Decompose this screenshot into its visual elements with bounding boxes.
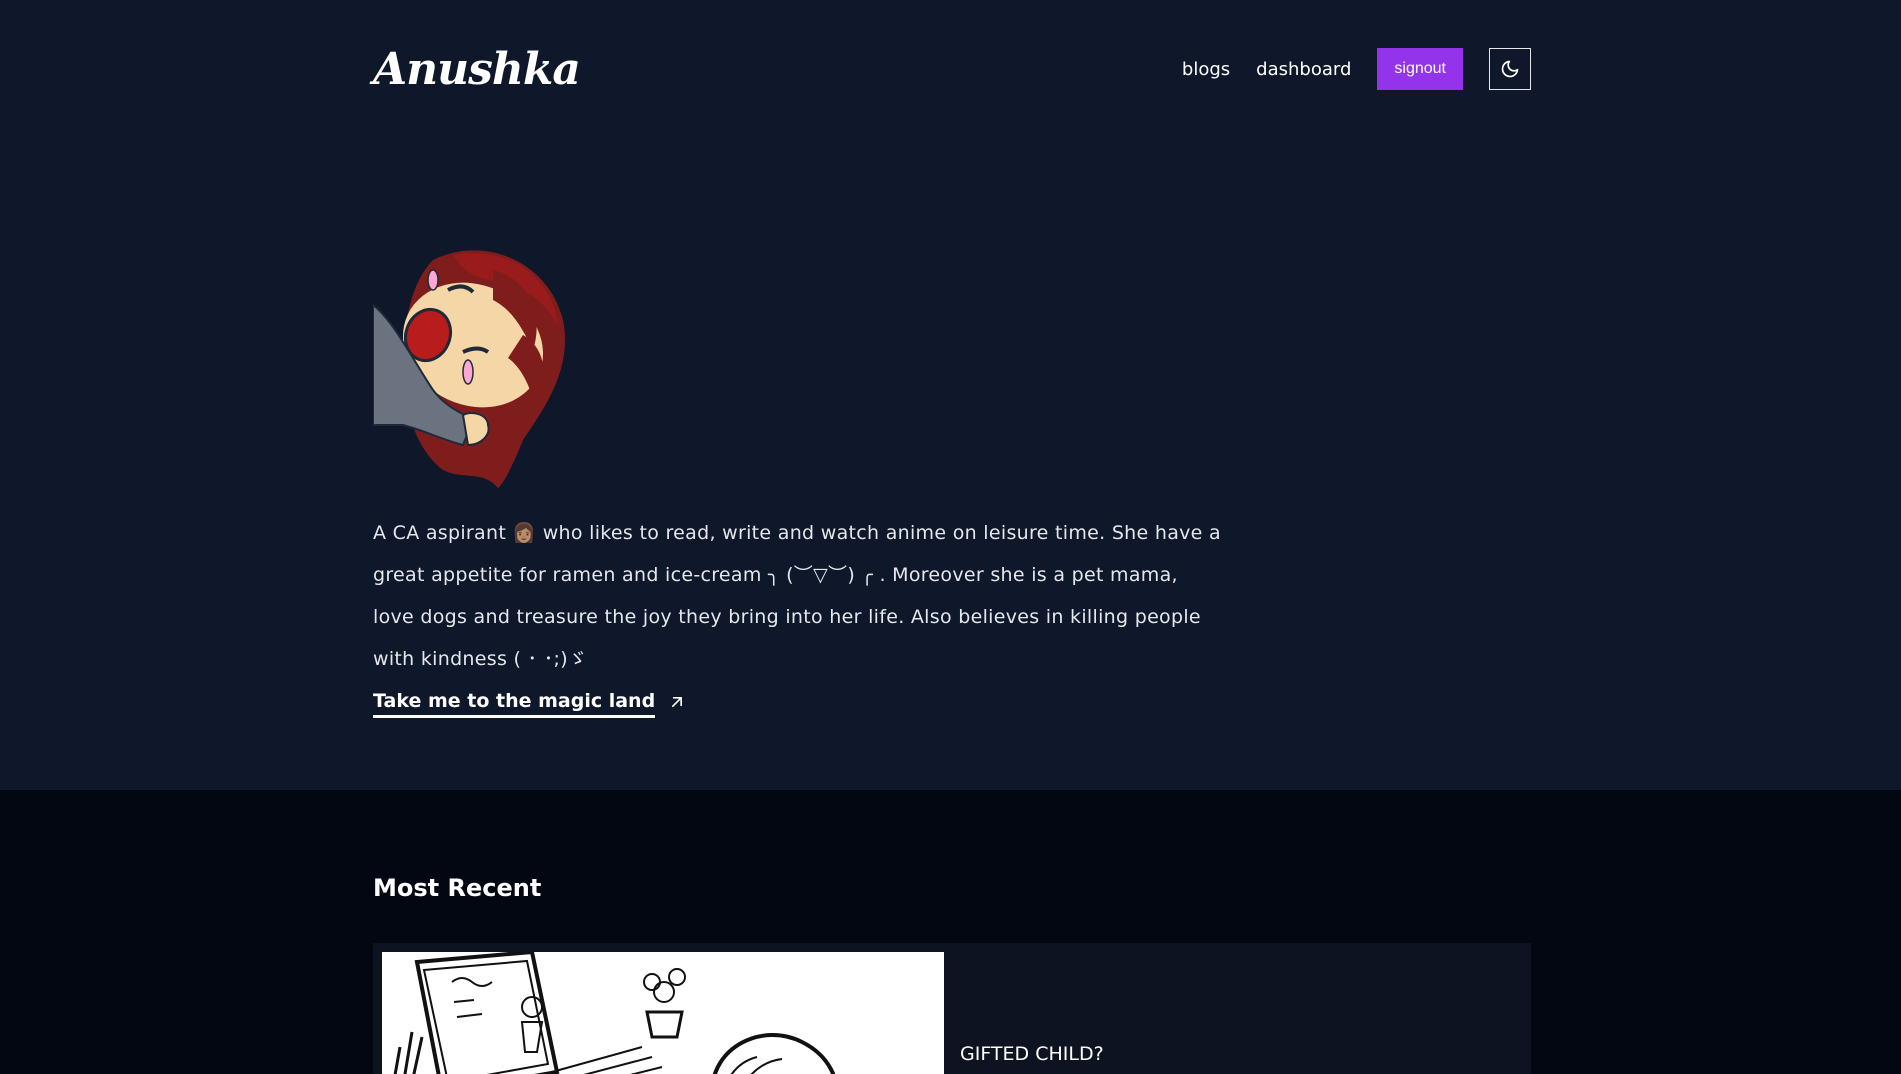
blog-card[interactable]: GIFTED CHILD? xyxy=(373,943,1531,1074)
blog-card-title[interactable]: GIFTED CHILD? xyxy=(960,1043,1104,1065)
hero-section: A CA aspirant 👩🏽 who likes to read, writ… xyxy=(373,240,1531,718)
site-header: Anushka blogs dashboard signout xyxy=(373,40,1531,98)
theme-toggle-button[interactable] xyxy=(1489,48,1531,90)
bio-text: A CA aspirant 👩🏽 who likes to read, writ… xyxy=(373,522,1221,670)
section-title-most-recent: Most Recent xyxy=(373,874,542,902)
magic-land-link[interactable]: Take me to the magic land xyxy=(373,690,687,718)
nav-link-dashboard[interactable]: dashboard xyxy=(1256,59,1351,80)
main-nav: blogs dashboard signout xyxy=(1156,48,1531,90)
blog-card-image xyxy=(382,952,944,1074)
anime-avatar xyxy=(373,250,565,488)
site-logo[interactable]: Anushka xyxy=(373,44,581,95)
arrow-up-right-icon xyxy=(672,697,683,707)
magic-land-label: Take me to the magic land xyxy=(373,690,656,718)
moon-icon xyxy=(1501,60,1519,78)
nav-link-blogs[interactable]: blogs xyxy=(1182,59,1230,80)
signout-button[interactable]: signout xyxy=(1377,48,1463,90)
